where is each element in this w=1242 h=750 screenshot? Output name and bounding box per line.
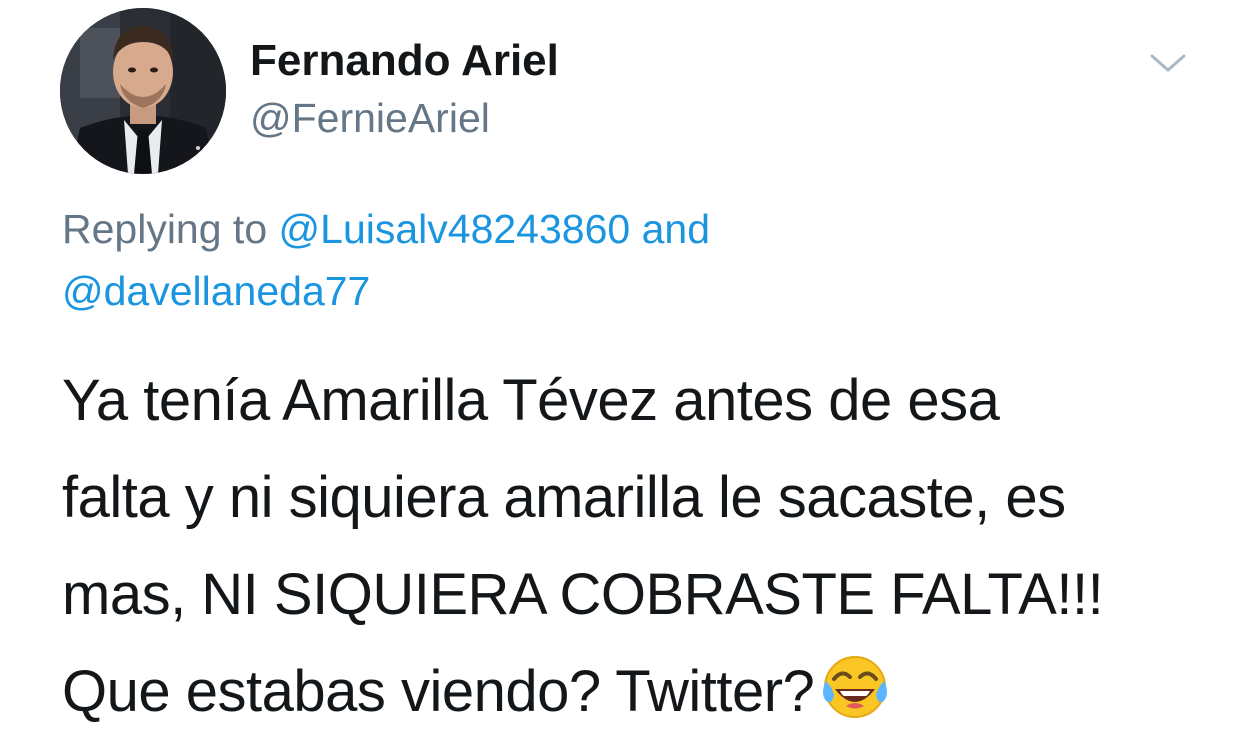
tweet-text-line: Ya tenía Amarilla Tévez antes de esa bbox=[62, 368, 1000, 433]
mention-link[interactable]: @davellaneda77 bbox=[62, 268, 370, 314]
tweet-text-line: falta y ni siquiera amarilla le sacaste,… bbox=[62, 465, 1066, 530]
replying-to: Replying to @Luisalv48243860 and @davell… bbox=[62, 198, 1182, 322]
tweet-text-line-last: Que estabas viendo? Twitter? bbox=[62, 643, 1202, 740]
reply-connector[interactable]: and bbox=[642, 206, 710, 252]
tweet-text-line: mas, NI SIQUIERA COBRASTE FALTA!!! bbox=[62, 562, 1104, 627]
face-with-tears-of-joy-icon bbox=[820, 651, 890, 721]
author-display-name[interactable]: Fernando Ariel bbox=[250, 36, 559, 86]
chevron-down-icon[interactable] bbox=[1148, 48, 1188, 78]
tweet-text: Ya tenía Amarilla Tévez antes de esa fal… bbox=[62, 352, 1202, 740]
replying-to-label: Replying to bbox=[62, 206, 268, 252]
tweet-text-line: Que estabas viendo? Twitter? bbox=[62, 659, 815, 724]
avatar[interactable] bbox=[60, 8, 226, 174]
author-handle[interactable]: @FernieAriel bbox=[250, 95, 490, 142]
tweet: Fernando Ariel @FernieAriel Replying to … bbox=[0, 0, 1242, 748]
avatar-photo bbox=[60, 8, 226, 174]
mention-link[interactable]: @Luisalv48243860 bbox=[279, 206, 631, 252]
